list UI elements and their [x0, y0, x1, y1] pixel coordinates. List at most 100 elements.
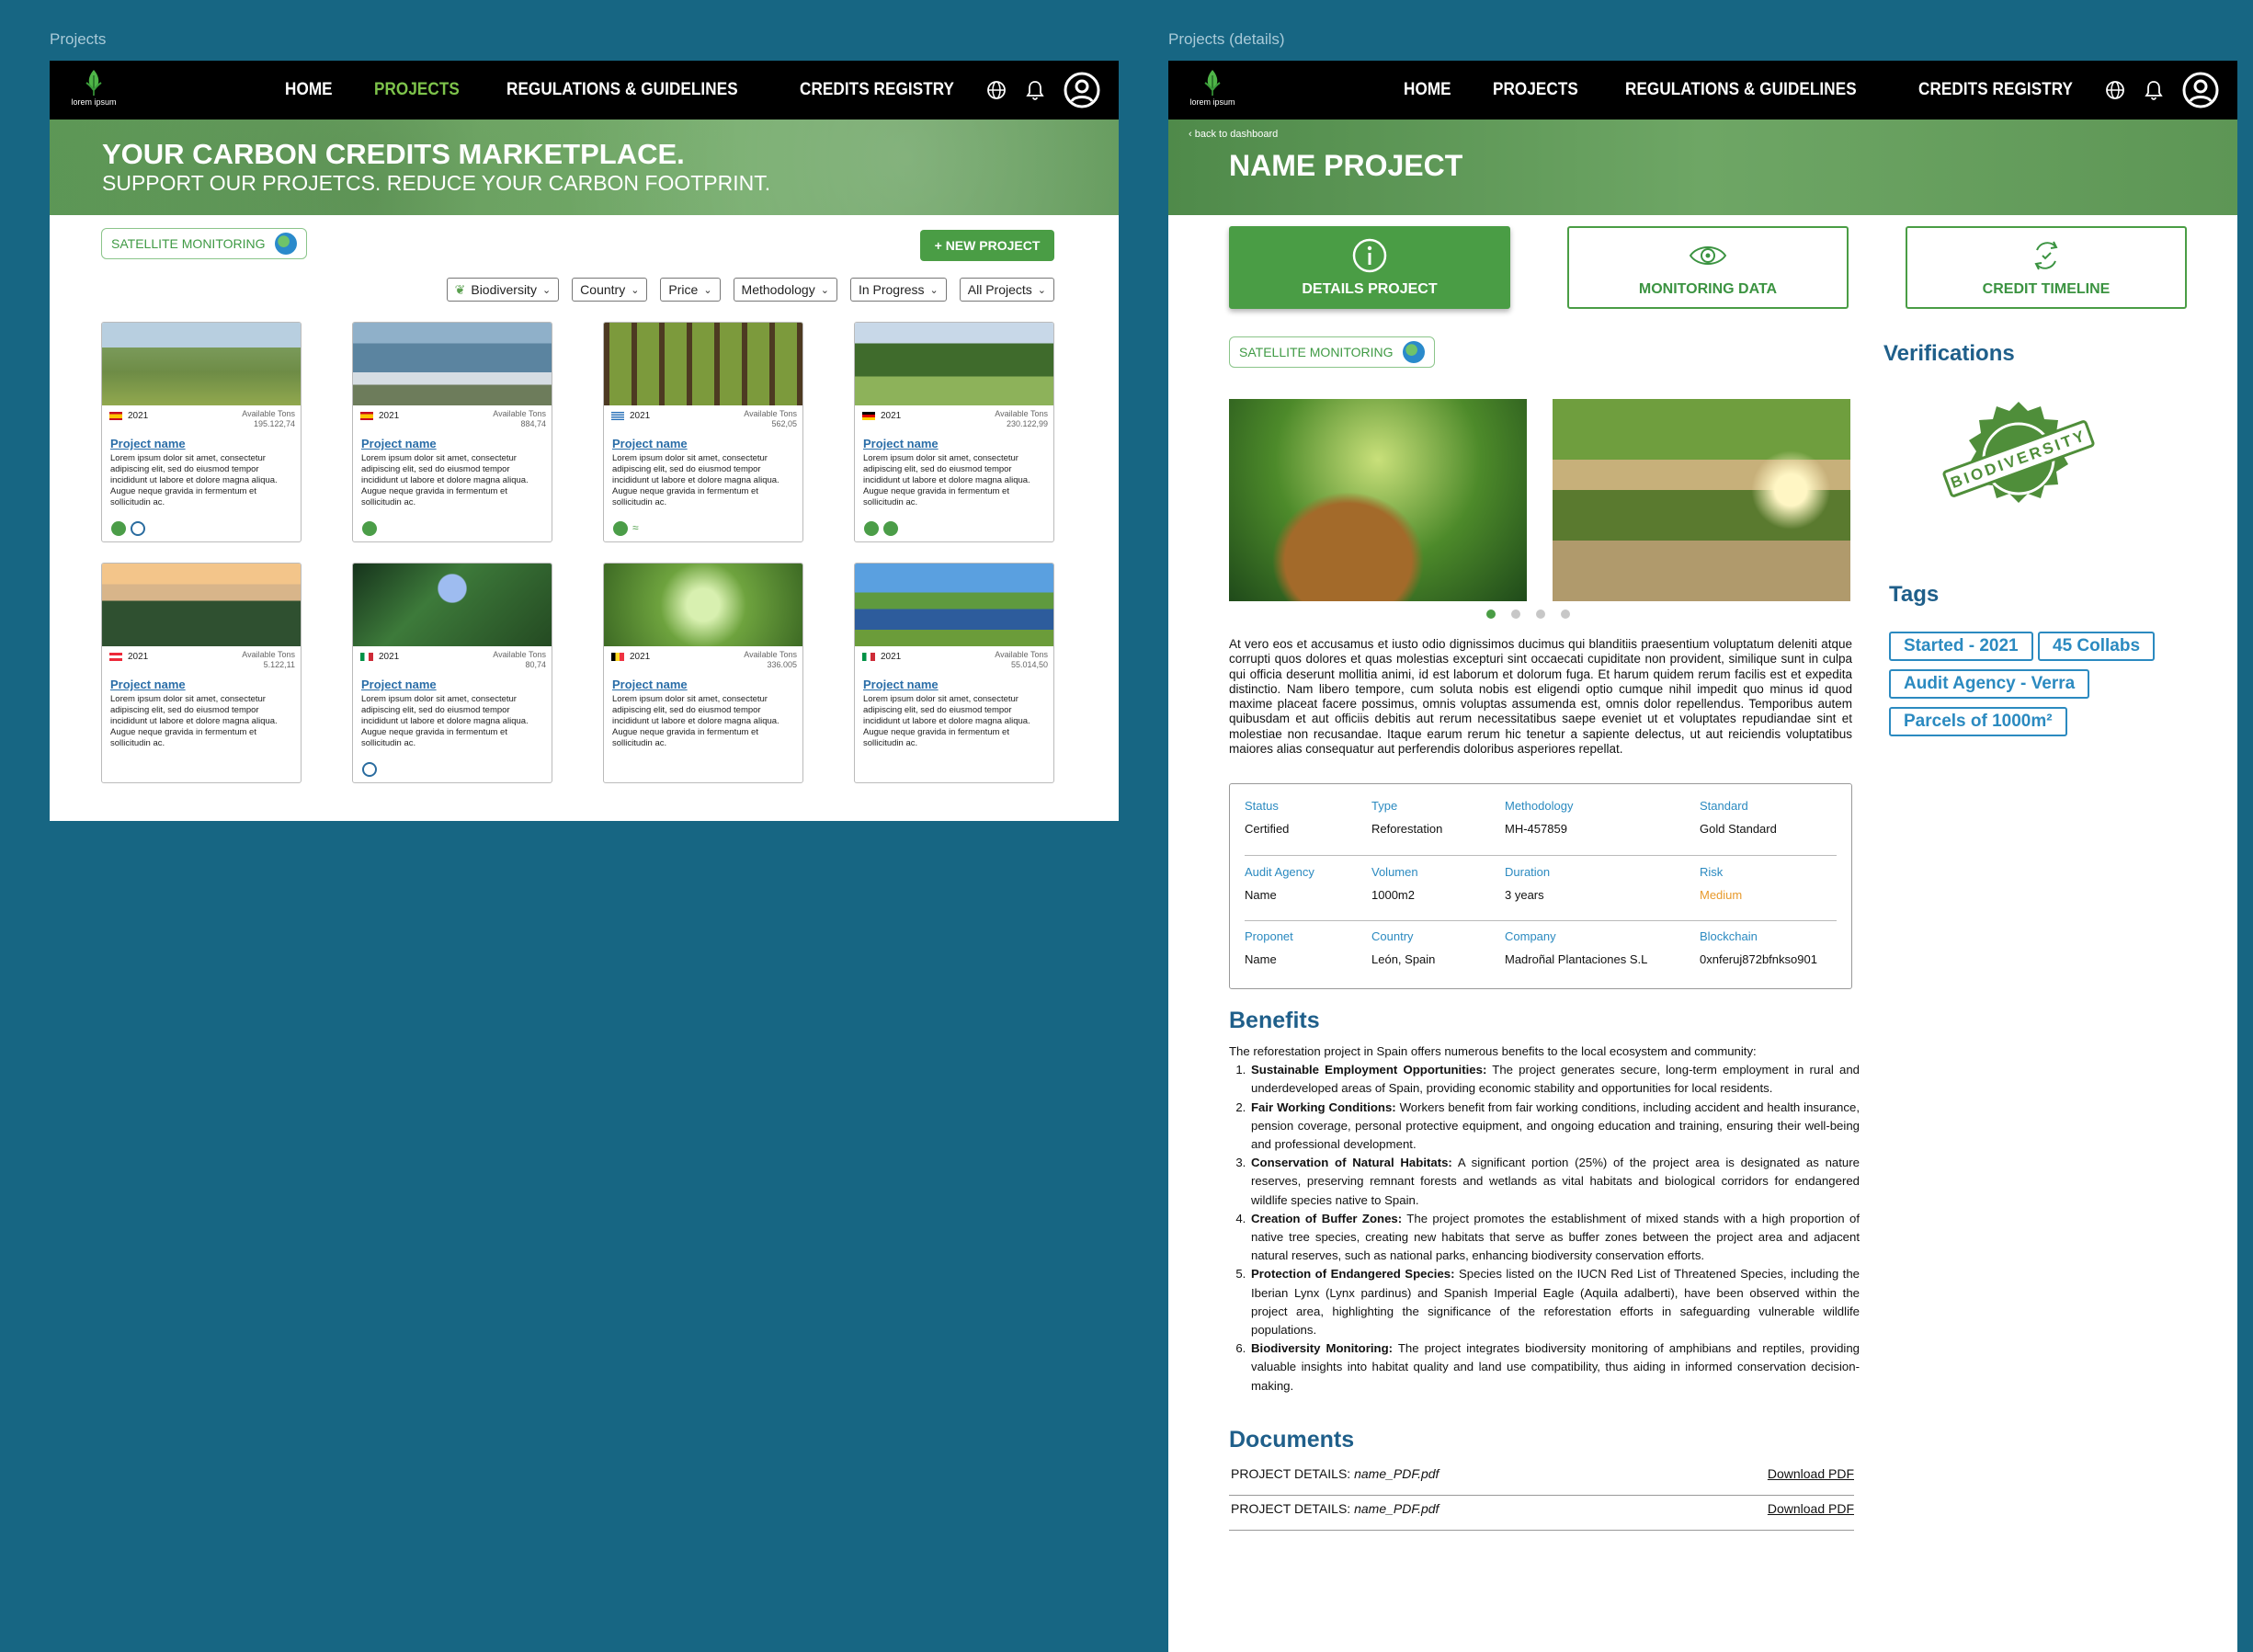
project-card[interactable]: 2021 Available Tons 562,05 Project name L…	[603, 322, 803, 542]
project-name-link[interactable]: Project name	[863, 678, 939, 691]
filter-scope[interactable]: All Projects ⌄	[959, 278, 1054, 302]
project-description: Lorem ipsum dolor sit amet, consectetur …	[361, 453, 529, 507]
globe-icon[interactable]	[986, 80, 1007, 100]
project-title: NAME PROJECT	[1229, 149, 1463, 182]
tag-collabs[interactable]: 45 Collabs	[2038, 632, 2156, 661]
divider	[1245, 855, 1837, 856]
filter-price[interactable]: Price ⌄	[660, 278, 721, 302]
logo[interactable]: lorem ipsum	[1183, 68, 1242, 114]
project-image	[353, 323, 552, 405]
benefits-intro: The reforestation project in Spain offer…	[1229, 1044, 1757, 1058]
flag-italy-icon	[360, 653, 373, 661]
nav-credits-registry[interactable]: CREDITS REGISTRY	[1918, 80, 2073, 100]
project-name-link[interactable]: Project name	[863, 437, 939, 450]
globe-icon[interactable]	[2105, 80, 2125, 100]
earth-icon	[274, 233, 297, 255]
back-to-dashboard-link[interactable]: ‹ back to dashboard	[1189, 129, 1278, 140]
project-card[interactable]: 2021 Available Tons 5.122,11 Project name…	[101, 563, 302, 783]
download-pdf-link[interactable]: Download PDF	[1768, 1501, 1854, 1516]
filter-status[interactable]: In Progress ⌄	[849, 278, 947, 302]
carousel-dot[interactable]	[1511, 610, 1520, 619]
tab-details-project[interactable]: DETAILS PROJECT	[1229, 226, 1510, 309]
benefit-item: Creation of Buffer Zones: The project pr…	[1249, 1210, 1860, 1266]
nav-projects[interactable]: PROJECTS	[1493, 80, 1578, 100]
project-name-link[interactable]: Project name	[612, 437, 688, 450]
filter-biodiversity[interactable]: ❦ Biodiversity ⌄	[446, 278, 560, 302]
nav-home[interactable]: HOME	[1404, 80, 1451, 100]
verified-badge-icon	[864, 521, 879, 536]
flag-greece-icon	[611, 412, 624, 420]
project-card[interactable]: 2021 Available Tons 195.122,74 Project na…	[101, 322, 302, 542]
card-year: 2021	[128, 652, 149, 662]
project-image	[855, 564, 1053, 646]
filter-label: Methodology	[741, 282, 815, 297]
bell-icon[interactable]	[2144, 79, 2164, 101]
project-name-link[interactable]: Project name	[361, 437, 437, 450]
biodiversity-seal-icon: BIODIVERSITY	[1942, 402, 2095, 503]
satellite-monitoring-button[interactable]: SATELLITE MONITORING	[101, 228, 307, 259]
project-name-link[interactable]: Project name	[361, 678, 437, 691]
nav-regulations[interactable]: REGULATIONS & GUIDELINES	[1625, 80, 1857, 100]
project-name-link[interactable]: Project name	[110, 437, 186, 450]
documents-heading: Documents	[1229, 1427, 1355, 1453]
project-grid: 2021 Available Tons 195.122,74 Project na…	[101, 322, 1054, 783]
tag-audit-agency[interactable]: Audit Agency - Verra	[1889, 669, 2090, 699]
project-name-link[interactable]: Project name	[110, 678, 186, 691]
project-image	[604, 323, 802, 405]
carousel-dot[interactable]	[1561, 610, 1570, 619]
carousel-dots	[1486, 610, 1570, 619]
project-description: Lorem ipsum dolor sit amet, consectetur …	[110, 453, 278, 507]
tab-credit-timeline[interactable]: CREDIT TIMELINE	[1906, 226, 2187, 309]
new-project-button[interactable]: + NEW PROJECT	[920, 230, 1054, 261]
user-avatar-icon[interactable]	[2182, 72, 2219, 108]
project-description: Lorem ipsum dolor sit amet, consectetur …	[612, 694, 779, 748]
tag-started[interactable]: Started - 2021	[1889, 632, 2033, 661]
user-avatar-icon[interactable]	[1064, 72, 1100, 108]
filter-country[interactable]: Country ⌄	[572, 278, 648, 302]
flag-germany-icon	[862, 412, 875, 420]
benefits-heading: Benefits	[1229, 1008, 1320, 1033]
info-value: 3 years	[1505, 888, 1544, 902]
top-nav: lorem ipsum HOME PROJECTS REGULATIONS & …	[50, 61, 1119, 120]
project-photo[interactable]	[1553, 399, 1850, 601]
benefit-title: Sustainable Employment Opportunities:	[1251, 1063, 1487, 1077]
project-card[interactable]: 2021 Available Tons 55.014,50 Project nam…	[854, 563, 1054, 783]
bell-icon[interactable]	[1025, 79, 1045, 101]
chevron-down-icon: ⌄	[631, 284, 640, 296]
filter-label: All Projects	[967, 282, 1032, 297]
gold-standard-badge-icon	[362, 762, 377, 777]
project-card[interactable]: 2021 Available Tons 336.005 Project name …	[603, 563, 803, 783]
filter-methodology[interactable]: Methodology ⌄	[733, 278, 837, 302]
project-name-link[interactable]: Project name	[612, 678, 688, 691]
nav-regulations[interactable]: REGULATIONS & GUIDELINES	[506, 80, 738, 100]
tab-monitoring-data[interactable]: MONITORING DATA	[1567, 226, 1849, 309]
earth-badge-icon	[883, 521, 898, 536]
tons-value: 884,74	[520, 419, 546, 428]
verifications-heading: Verifications	[1883, 341, 2015, 366]
tag-parcels[interactable]: Parcels of 1000m²	[1889, 707, 2067, 736]
carousel-dot[interactable]	[1536, 610, 1545, 619]
project-card[interactable]: 2021 Available Tons 80,74 Project name Lo…	[352, 563, 552, 783]
flag-austria-icon	[109, 653, 122, 661]
project-description: At vero eos et accusamus et iusto odio d…	[1229, 637, 1852, 757]
chevron-left-icon: ‹	[1189, 129, 1195, 140]
nav-projects[interactable]: PROJECTS	[374, 80, 460, 100]
earth-icon	[1402, 341, 1425, 363]
info-key: Blockchain	[1700, 929, 1758, 943]
logo[interactable]: lorem ipsum	[64, 68, 123, 114]
card-year: 2021	[128, 411, 149, 421]
filter-label: Biodiversity	[471, 282, 537, 297]
project-card[interactable]: 2021 Available Tons 230.122,99 Project na…	[854, 322, 1054, 542]
satellite-monitoring-button[interactable]: SATELLITE MONITORING	[1229, 336, 1435, 368]
nav-credits-registry[interactable]: CREDITS REGISTRY	[800, 80, 954, 100]
nav-home[interactable]: HOME	[285, 80, 333, 100]
tab-label: DETAILS PROJECT	[1302, 281, 1438, 297]
info-key: Audit Agency	[1245, 865, 1314, 879]
chevron-down-icon: ⌄	[1037, 284, 1046, 296]
tons-label: Available Tons	[242, 409, 295, 418]
download-pdf-link[interactable]: Download PDF	[1768, 1466, 1854, 1481]
project-card[interactable]: 2021 Available Tons 884,74 Project name L…	[352, 322, 552, 542]
project-photo[interactable]	[1229, 399, 1527, 601]
carousel-dot[interactable]	[1486, 610, 1496, 619]
card-year: 2021	[881, 652, 902, 662]
